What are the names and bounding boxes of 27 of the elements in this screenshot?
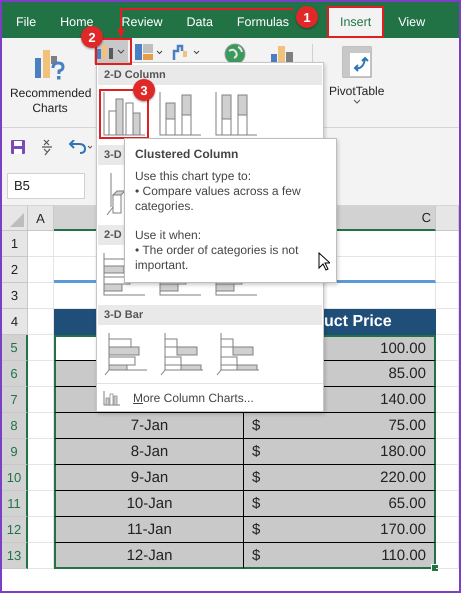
price-value: 170.00 (380, 521, 426, 538)
table-cell: 7-Jan (54, 413, 244, 439)
currency-sign: $ (252, 521, 260, 538)
currency-sign: $ (252, 417, 260, 434)
tooltip-text: Use this chart type to: (135, 169, 252, 184)
table-cell: 10-Jan (54, 491, 244, 517)
tooltip-text: Use it when: (135, 228, 202, 243)
price-value: 85.00 (388, 365, 426, 382)
tooltip-text: • The order of categories is not important. (135, 243, 300, 273)
currency-sign: $ (252, 469, 260, 486)
price-value: 180.00 (380, 443, 426, 460)
table-cell: 8-Jan (54, 439, 244, 465)
gallery-section-title: 2-D Column (98, 65, 322, 85)
price-value: 65.00 (388, 495, 426, 512)
table-cell: 9-Jan (54, 465, 244, 491)
price-value: 100.00 (380, 340, 426, 357)
currency-sign: $ (252, 495, 260, 512)
table-cell: 11-Jan (54, 517, 244, 543)
currency-sign: $ (252, 546, 260, 564)
price-value: 75.00 (388, 417, 426, 434)
table-cell: 12-Jan (54, 543, 244, 569)
currency-sign: $ (252, 443, 260, 460)
price-value: 110.00 (381, 546, 426, 564)
tooltip-title: Clustered Column (135, 147, 240, 161)
price-value: 220.00 (380, 469, 426, 486)
gallery-section-title: 3-D Bar (98, 305, 322, 325)
price-value: 140.00 (380, 391, 426, 408)
